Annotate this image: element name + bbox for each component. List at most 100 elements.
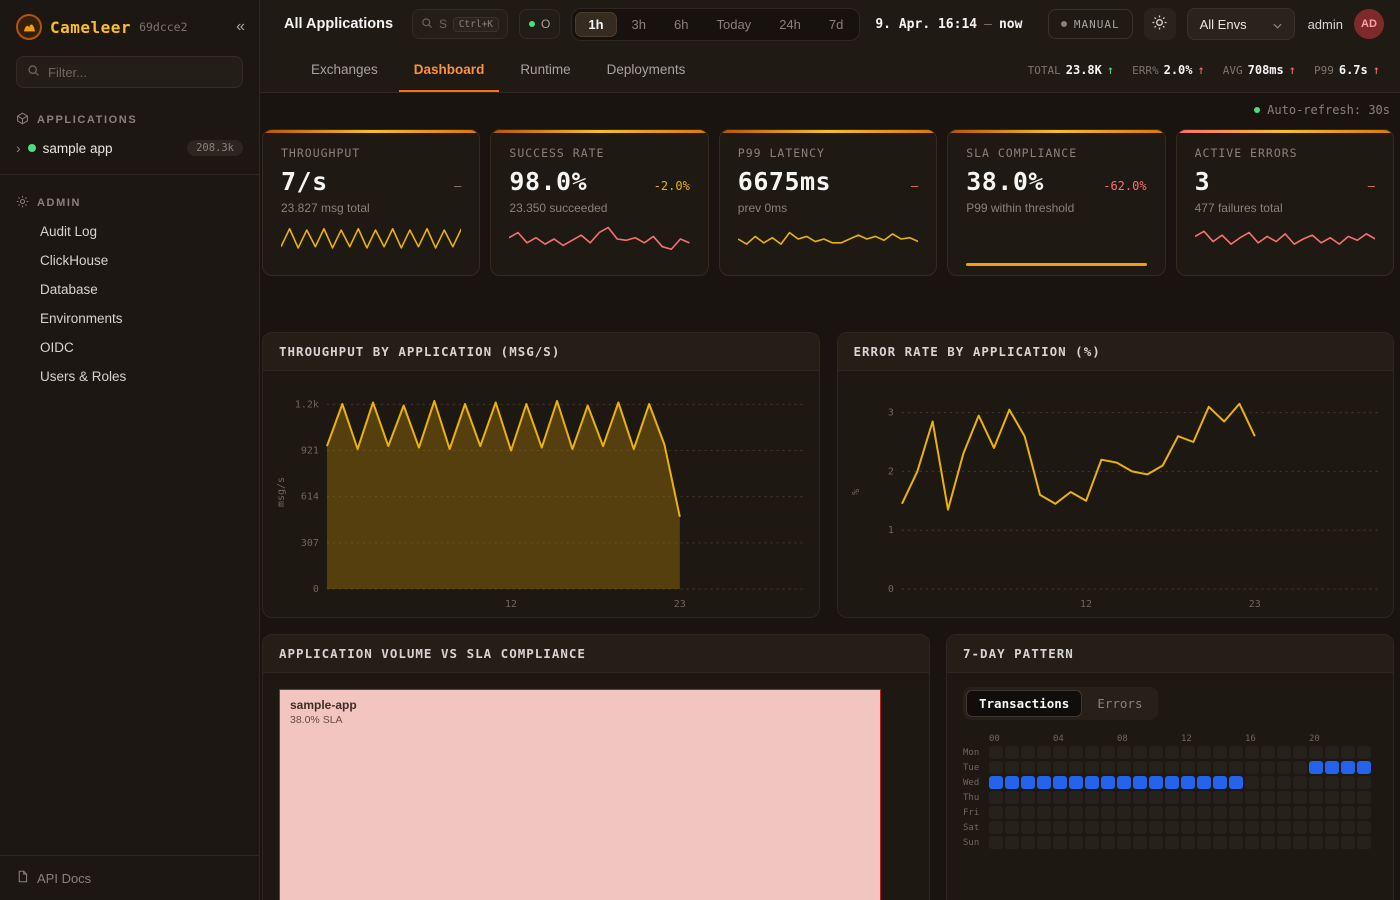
- heatmap-cell[interactable]: [1021, 761, 1035, 774]
- heatmap-cell[interactable]: [1117, 836, 1131, 849]
- heatmap-cell[interactable]: [1293, 746, 1307, 759]
- heatmap-cell[interactable]: [1261, 821, 1275, 834]
- heatmap-cell[interactable]: [1261, 746, 1275, 759]
- heatmap-cell[interactable]: [1277, 761, 1291, 774]
- heatmap-cell[interactable]: [1165, 806, 1179, 819]
- heatmap-cell[interactable]: [1181, 761, 1195, 774]
- heatmap-cell[interactable]: [1197, 806, 1211, 819]
- heatmap-cell[interactable]: [1261, 806, 1275, 819]
- heatmap-cell[interactable]: [989, 776, 1003, 789]
- api-docs-link[interactable]: API Docs: [0, 855, 259, 900]
- heatmap-cell[interactable]: [1133, 746, 1147, 759]
- heatmap-cell[interactable]: [1181, 806, 1195, 819]
- expand-chevron-icon[interactable]: ›: [16, 140, 21, 156]
- heatmap-cell[interactable]: [1197, 746, 1211, 759]
- transactions-toggle[interactable]: Transactions: [966, 690, 1082, 717]
- heatmap-cell[interactable]: [1005, 746, 1019, 759]
- sidebar-item-users-roles[interactable]: Users & Roles: [0, 362, 259, 391]
- heatmap-cell[interactable]: [1021, 746, 1035, 759]
- heatmap-cell[interactable]: [1357, 761, 1371, 774]
- heatmap-cell[interactable]: [1037, 806, 1051, 819]
- heatmap-cell[interactable]: [1213, 821, 1227, 834]
- range-today[interactable]: Today: [703, 12, 764, 37]
- heatmap-cell[interactable]: [1357, 791, 1371, 804]
- heatmap-cell[interactable]: [1245, 791, 1259, 804]
- heatmap-cell[interactable]: [989, 836, 1003, 849]
- heatmap-cell[interactable]: [1309, 821, 1323, 834]
- heatmap-cell[interactable]: [1245, 776, 1259, 789]
- heatmap-cell[interactable]: [1229, 806, 1243, 819]
- heatmap-cell[interactable]: [1037, 791, 1051, 804]
- heatmap-cell[interactable]: [1229, 791, 1243, 804]
- heatmap-cell[interactable]: [1037, 761, 1051, 774]
- heatmap-cell[interactable]: [1293, 761, 1307, 774]
- heatmap-cell[interactable]: [1117, 791, 1131, 804]
- heatmap-cell[interactable]: [1245, 806, 1259, 819]
- range-7d[interactable]: 7d: [816, 12, 856, 37]
- heatmap-cell[interactable]: [1037, 821, 1051, 834]
- heatmap-cell[interactable]: [1069, 821, 1083, 834]
- heatmap-cell[interactable]: [1085, 791, 1099, 804]
- heatmap-cell[interactable]: [1117, 746, 1131, 759]
- heatmap-cell[interactable]: [1149, 761, 1163, 774]
- heatmap-cell[interactable]: [1037, 836, 1051, 849]
- heatmap-cell[interactable]: [1341, 836, 1355, 849]
- range-1h[interactable]: 1h: [575, 12, 616, 37]
- heatmap-cell[interactable]: [1325, 836, 1339, 849]
- heatmap-cell[interactable]: [1229, 761, 1243, 774]
- sidebar-collapse-button[interactable]: «: [236, 19, 245, 35]
- heatmap-cell[interactable]: [1117, 821, 1131, 834]
- heatmap-cell[interactable]: [1181, 746, 1195, 759]
- heatmap-cell[interactable]: [1213, 746, 1227, 759]
- tab-deployments[interactable]: Deployments: [592, 48, 701, 92]
- heatmap-cell[interactable]: [1165, 761, 1179, 774]
- heatmap-cell[interactable]: [1053, 746, 1067, 759]
- tab-exchanges[interactable]: Exchanges: [296, 48, 393, 92]
- tab-runtime[interactable]: Runtime: [505, 48, 585, 92]
- heatmap-cell[interactable]: [1101, 761, 1115, 774]
- heatmap-cell[interactable]: [1085, 761, 1099, 774]
- heatmap-cell[interactable]: [1293, 776, 1307, 789]
- heatmap-cell[interactable]: [1069, 746, 1083, 759]
- heatmap-cell[interactable]: [1277, 746, 1291, 759]
- heatmap-cell[interactable]: [1341, 821, 1355, 834]
- heatmap-cell[interactable]: [1357, 776, 1371, 789]
- heatmap-cell[interactable]: [1069, 791, 1083, 804]
- sidebar-item-clickhouse[interactable]: ClickHouse: [0, 246, 259, 275]
- heatmap-cell[interactable]: [1293, 836, 1307, 849]
- heatmap-cell[interactable]: [989, 761, 1003, 774]
- heatmap-cell[interactable]: [1229, 821, 1243, 834]
- heatmap-cell[interactable]: [1325, 746, 1339, 759]
- heatmap-cell[interactable]: [1101, 836, 1115, 849]
- heatmap-cell[interactable]: [1165, 821, 1179, 834]
- heatmap-cell[interactable]: [989, 806, 1003, 819]
- heatmap-cell[interactable]: [1085, 746, 1099, 759]
- theme-toggle-button[interactable]: [1144, 8, 1176, 40]
- heatmap-cell[interactable]: [1005, 806, 1019, 819]
- heatmap-cell[interactable]: [1101, 791, 1115, 804]
- heatmap-cell[interactable]: [1357, 806, 1371, 819]
- heatmap-cell[interactable]: [1165, 836, 1179, 849]
- heatmap-cell[interactable]: [1021, 776, 1035, 789]
- sidebar-item-database[interactable]: Database: [0, 275, 259, 304]
- heatmap-cell[interactable]: [1149, 806, 1163, 819]
- heatmap-cell[interactable]: [1165, 746, 1179, 759]
- heatmap-cell[interactable]: [1325, 776, 1339, 789]
- heatmap-cell[interactable]: [1325, 806, 1339, 819]
- sidebar-item-oidc[interactable]: OIDC: [0, 333, 259, 362]
- heatmap-cell[interactable]: [1197, 776, 1211, 789]
- heatmap-cell[interactable]: [1069, 776, 1083, 789]
- heatmap-cell[interactable]: [1261, 836, 1275, 849]
- heatmap-cell[interactable]: [1213, 761, 1227, 774]
- heatmap-cell[interactable]: [1325, 821, 1339, 834]
- heatmap-cell[interactable]: [989, 746, 1003, 759]
- heatmap-cell[interactable]: [1165, 791, 1179, 804]
- heatmap-cell[interactable]: [1021, 821, 1035, 834]
- heatmap-cell[interactable]: [1133, 806, 1147, 819]
- heatmap-cell[interactable]: [1101, 776, 1115, 789]
- heatmap-cell[interactable]: [1053, 806, 1067, 819]
- heatmap-cell[interactable]: [1197, 791, 1211, 804]
- heatmap-cell[interactable]: [1325, 791, 1339, 804]
- heatmap-cell[interactable]: [1181, 821, 1195, 834]
- range-3h[interactable]: 3h: [619, 12, 659, 37]
